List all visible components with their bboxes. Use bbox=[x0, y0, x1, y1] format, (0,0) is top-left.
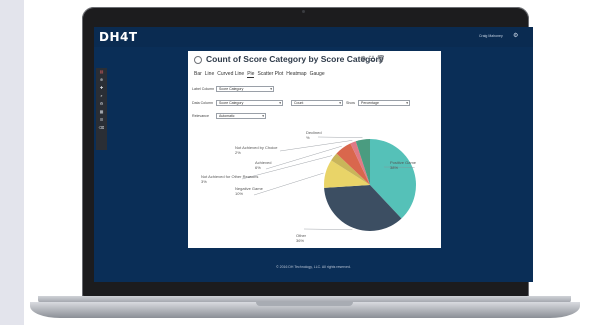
pie-label-other: Other 36% bbox=[296, 233, 306, 243]
pie-label-positive-game: Positive Game 38% bbox=[390, 160, 416, 170]
pie-leader-line bbox=[317, 136, 363, 138]
chart-panel: Count of Score Category by Score Categor… bbox=[188, 51, 441, 248]
pie-leader-line bbox=[253, 172, 324, 196]
app-logo[interactable]: DH4T bbox=[99, 30, 138, 44]
pie-label-name: Not Achieved by Choice bbox=[235, 145, 278, 150]
footer-text: © 2016 DH Technology, LLC. All rights re… bbox=[276, 265, 351, 269]
pie-label-negative-game: Negative Game 10% bbox=[235, 186, 263, 196]
pie-label-percent: % bbox=[306, 134, 310, 140]
left-nav: ▤ ⊕ ✚ ⌕ ⚙ ▦ ☰ ⌫ bbox=[96, 68, 107, 150]
pie-label-percent: 36% bbox=[296, 237, 305, 243]
pie-chart bbox=[241, 136, 417, 231]
settings-icon[interactable]: ⚙ bbox=[96, 100, 107, 108]
pie-label-not-achieved-by-choice: Not Achieved by Choice 2% bbox=[235, 145, 278, 155]
trash-icon[interactable]: ⌫ bbox=[96, 124, 107, 132]
background-strip bbox=[0, 0, 24, 325]
globe-icon[interactable]: ⊕ bbox=[96, 76, 107, 84]
user-name[interactable]: Craig Mahoney bbox=[479, 34, 503, 38]
pie-label-percent: 3% bbox=[201, 178, 207, 184]
search-icon[interactable]: ⌕ bbox=[96, 92, 107, 100]
laptop-notch bbox=[256, 302, 353, 306]
grid-icon[interactable]: ▦ bbox=[96, 108, 107, 116]
list-icon[interactable]: ☰ bbox=[96, 116, 107, 124]
pie-leader-line bbox=[303, 228, 353, 230]
plus-icon[interactable]: ✚ bbox=[96, 84, 107, 92]
pie-label-percent: 38% bbox=[390, 164, 399, 170]
pie-label-achieved: Achieved 6% bbox=[255, 160, 271, 170]
app-screen: DH4T Craig Mahoney ⚙ ▤ ⊕ ✚ ⌕ ⚙ ▦ ☰ ⌫ Count of S… bbox=[94, 27, 533, 282]
chart-icon[interactable]: ▤ bbox=[96, 68, 107, 76]
pie-label-name: Not Achieved for Other Reasons bbox=[201, 174, 259, 179]
pie-label-not-achieved-for-other-reasons: Not Achieved for Other Reasons 3% bbox=[201, 174, 259, 184]
top-bar: DH4T Craig Mahoney ⚙ bbox=[94, 27, 533, 47]
webcam bbox=[302, 10, 305, 13]
gear-icon[interactable]: ⚙ bbox=[513, 32, 518, 39]
pie-label-declined: Declined% bbox=[306, 130, 322, 140]
pie-label-percent: 6% bbox=[255, 164, 261, 170]
pie-label-percent: 2% bbox=[235, 149, 241, 155]
pie-label-percent: 10% bbox=[235, 190, 244, 196]
